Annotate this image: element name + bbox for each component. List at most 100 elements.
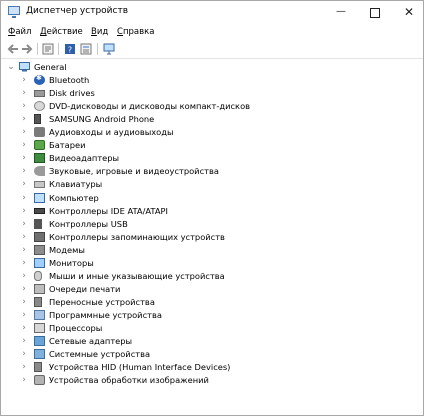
- chevron-right-icon[interactable]: ›: [20, 192, 28, 205]
- tree-item-label: Звуковые, игровые и видеоустройства: [49, 166, 219, 177]
- tree-item[interactable]: › Контроллеры запоминающих устройств: [1, 231, 423, 244]
- tree-item[interactable]: › Программные устройства: [1, 309, 423, 322]
- tree-item-label: Видеоадаптеры: [49, 153, 120, 164]
- monitor-scan-icon[interactable]: [103, 43, 115, 55]
- maximize-button[interactable]: [360, 4, 390, 20]
- tree-item[interactable]: › Видеоадаптеры: [1, 152, 423, 165]
- tree-item[interactable]: › Батареи: [1, 139, 423, 152]
- chevron-right-icon[interactable]: ›: [20, 178, 28, 191]
- tree-item[interactable]: › Bluetooth: [1, 74, 423, 87]
- tree-item-label: Устройства обработки изображений: [49, 375, 209, 386]
- tree-item[interactable]: › Контроллеры USB: [1, 218, 423, 231]
- bluetooth-icon: [34, 74, 45, 86]
- close-button[interactable]: ✕: [394, 4, 424, 20]
- chevron-right-icon[interactable]: ›: [20, 165, 28, 178]
- chevron-down-icon[interactable]: ⌄: [7, 61, 15, 74]
- chevron-right-icon[interactable]: ›: [20, 113, 28, 126]
- menu-help[interactable]: Справка: [117, 27, 154, 37]
- tree-item-label: SAMSUNG Android Phone: [49, 114, 155, 125]
- tree-item[interactable]: › Устройства обработки изображений: [1, 374, 423, 387]
- tree-item-label: Переносные устройства: [49, 296, 155, 307]
- chevron-right-icon[interactable]: ›: [20, 218, 28, 231]
- menu-file-label: айл: [15, 27, 32, 37]
- tree-item[interactable]: › SAMSUNG Android Phone: [1, 113, 423, 126]
- toolbar-separator: [37, 43, 38, 55]
- chevron-right-icon[interactable]: ›: [20, 152, 28, 165]
- chevron-right-icon[interactable]: ›: [20, 348, 28, 361]
- chevron-right-icon[interactable]: ›: [20, 322, 28, 335]
- help-icon[interactable]: ?: [64, 43, 76, 55]
- sound-icon: [34, 166, 45, 177]
- chevron-right-icon[interactable]: ›: [20, 257, 28, 270]
- system-device-icon: [34, 349, 45, 360]
- tree-item-label: Мониторы: [49, 257, 94, 268]
- monitor-icon: [34, 257, 45, 268]
- tree-item[interactable]: › Мыши и иные указывающие устройства: [1, 270, 423, 283]
- chevron-right-icon[interactable]: ›: [20, 335, 28, 348]
- chevron-right-icon[interactable]: ›: [20, 139, 28, 152]
- chevron-right-icon[interactable]: ›: [20, 100, 28, 113]
- tree-item-label: Очереди печати: [49, 283, 121, 294]
- tree-item-label: Контроллеры запоминающих устройств: [49, 231, 225, 242]
- audio-io-icon: [34, 127, 45, 138]
- menu-action-accel: Д: [40, 27, 47, 37]
- tree-item[interactable]: › Контроллеры IDE ATA/ATAPI: [1, 205, 423, 218]
- tree-item-label: DVD-дисководы и дисководы компакт-дисков: [49, 101, 251, 112]
- menu-action-label: ействие: [46, 27, 83, 37]
- chevron-right-icon[interactable]: ›: [20, 309, 28, 322]
- tree-root-label: General: [34, 62, 67, 72]
- chevron-right-icon[interactable]: ›: [20, 205, 28, 218]
- tree-item[interactable]: › Аудиовходы и аудиовыходы: [1, 126, 423, 139]
- chevron-right-icon[interactable]: ›: [20, 244, 28, 257]
- svg-text:?: ?: [68, 46, 72, 55]
- tree-item[interactable]: › Процессоры: [1, 322, 423, 335]
- tree-item[interactable]: › Системные устройства: [1, 348, 423, 361]
- battery-icon: [34, 140, 45, 151]
- minimize-button[interactable]: —: [326, 4, 356, 20]
- computer-icon: [19, 62, 30, 72]
- tree-item-label: Устройства HID (Human Interface Devices): [49, 362, 231, 373]
- menu-view-label: ид: [96, 27, 109, 37]
- phone-icon: [34, 114, 41, 125]
- chevron-right-icon[interactable]: ›: [20, 361, 28, 374]
- chevron-right-icon[interactable]: ›: [20, 74, 28, 87]
- tree-item[interactable]: › Сетевые адаптеры: [1, 335, 423, 348]
- chevron-right-icon[interactable]: ›: [20, 126, 28, 139]
- menu-action[interactable]: Действие: [40, 27, 83, 37]
- show-hidden-icon[interactable]: [80, 43, 92, 55]
- portable-device-icon: [34, 296, 42, 307]
- network-adapter-icon: [34, 336, 45, 347]
- chevron-right-icon[interactable]: ›: [20, 87, 28, 100]
- tree-item[interactable]: › Очереди печати: [1, 283, 423, 296]
- tree-item[interactable]: › Компьютер: [1, 192, 423, 205]
- chevron-right-icon[interactable]: ›: [20, 283, 28, 296]
- menu-view[interactable]: Вид: [91, 27, 108, 37]
- tree-item[interactable]: › Звуковые, игровые и видеоустройства: [1, 165, 423, 178]
- tree-item[interactable]: › Устройства HID (Human Interface Devices…: [1, 361, 423, 374]
- keyboard-icon: [34, 181, 45, 189]
- chevron-right-icon[interactable]: ›: [20, 374, 28, 387]
- chevron-right-icon[interactable]: ›: [20, 296, 28, 309]
- tree-item[interactable]: › Мониторы: [1, 257, 423, 270]
- disk-drive-icon: [34, 90, 45, 98]
- maximize-icon: [370, 8, 380, 18]
- tree-item[interactable]: › Модемы: [1, 244, 423, 257]
- back-icon[interactable]: [7, 43, 19, 55]
- tree-item[interactable]: › Клавиатуры: [1, 178, 423, 191]
- tree-item[interactable]: › Переносные устройства: [1, 296, 423, 309]
- chevron-right-icon[interactable]: ›: [20, 270, 28, 283]
- computer-icon: [34, 192, 45, 203]
- menu-file[interactable]: Файл: [8, 27, 32, 37]
- tree-item-label: Системные устройства: [49, 349, 151, 360]
- tree-item[interactable]: › DVD-дисководы и дисководы компакт-диско…: [1, 100, 423, 113]
- tree-root[interactable]: ⌄ General: [1, 61, 423, 74]
- storage-controller-icon: [34, 231, 45, 242]
- properties-icon[interactable]: [42, 43, 54, 55]
- tree-item-label: Сетевые адаптеры: [49, 336, 133, 347]
- window-title: Диспетчер устройств: [26, 6, 129, 16]
- menu-bar: Файл Действие Вид Справка: [1, 24, 423, 40]
- tree-item[interactable]: › Disk drives: [1, 87, 423, 100]
- chevron-right-icon[interactable]: ›: [20, 231, 28, 244]
- forward-icon[interactable]: [21, 43, 33, 55]
- device-tree: ⌄ General › Bluetooth › Disk drives › DVD-дис…: [1, 61, 423, 415]
